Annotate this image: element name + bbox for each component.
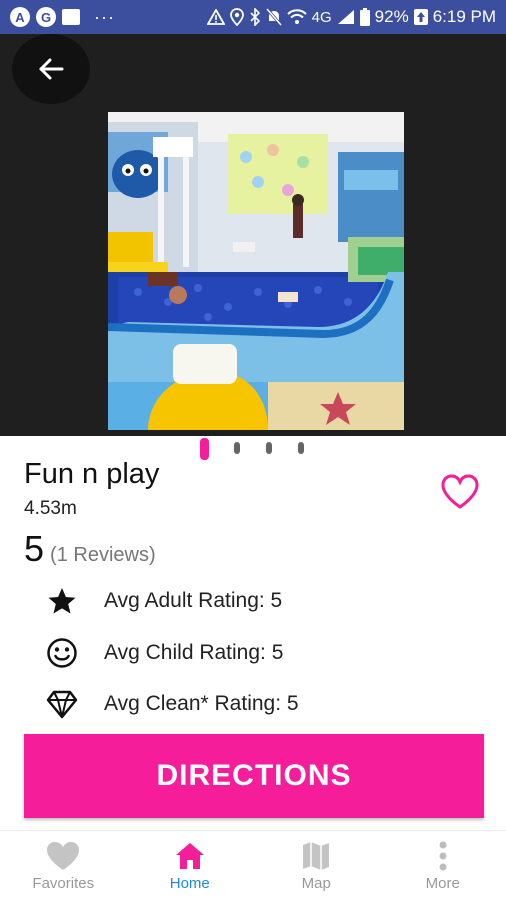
- adult-rating-label: Avg Adult Rating: 5: [104, 589, 282, 613]
- home-icon: [174, 841, 206, 871]
- smiley-icon: [44, 635, 80, 671]
- map-icon: [301, 841, 331, 871]
- nav-label-favorites: Favorites: [32, 875, 94, 892]
- status-bar: A G ··· 4G 92% 6:19 PM: [0, 0, 506, 34]
- nav-label-map: Map: [302, 875, 331, 892]
- nav-label-more: More: [426, 875, 460, 892]
- bottom-navigation: Favorites Home Map More: [0, 830, 506, 901]
- diamond-icon: [44, 686, 80, 722]
- warning-icon: [207, 9, 225, 25]
- rating-value: 5: [24, 528, 44, 570]
- clock: 6:19 PM: [433, 7, 496, 27]
- wifi-icon: [287, 9, 307, 25]
- nav-item-more[interactable]: More: [380, 831, 506, 901]
- heart-icon: [46, 841, 80, 871]
- favorite-heart-icon[interactable]: [440, 474, 480, 510]
- more-notifications-icon: ···: [94, 7, 115, 28]
- battery-icon: [360, 8, 370, 26]
- carousel-dot-active[interactable]: [200, 438, 209, 460]
- nav-item-map[interactable]: Map: [253, 831, 380, 901]
- clean-rating-label: Avg Clean* Rating: 5: [104, 692, 299, 716]
- carousel-dot[interactable]: [298, 442, 304, 454]
- adult-rating-row: Avg Adult Rating: 5: [44, 583, 282, 619]
- network-type-label: 4G: [312, 9, 332, 26]
- place-distance: 4.53m: [24, 498, 77, 520]
- overall-rating: 5 (1 Reviews): [24, 528, 156, 570]
- child-rating-label: Avg Child Rating: 5: [104, 641, 283, 665]
- carousel-dot[interactable]: [266, 442, 272, 454]
- directions-button[interactable]: DIRECTIONS: [24, 734, 484, 818]
- back-button[interactable]: [12, 34, 90, 104]
- place-name: Fun n play: [24, 458, 159, 491]
- nav-item-favorites[interactable]: Favorites: [0, 831, 127, 901]
- clean-rating-row: Avg Clean* Rating: 5: [44, 686, 299, 722]
- mute-icon: [266, 8, 282, 26]
- google-icon: G: [36, 7, 56, 27]
- nav-label-home: Home: [170, 875, 210, 892]
- child-rating-row: Avg Child Rating: 5: [44, 635, 283, 671]
- nav-item-home[interactable]: Home: [127, 831, 254, 901]
- bluetooth-icon: [249, 8, 261, 26]
- upload-status-icon: [414, 9, 428, 25]
- review-count[interactable]: (1 Reviews): [50, 544, 156, 567]
- gallery-icon: [62, 9, 80, 25]
- location-icon: [230, 8, 244, 26]
- app-notification-icon: A: [10, 7, 30, 27]
- star-icon: [44, 583, 80, 619]
- carousel-dot[interactable]: [234, 442, 240, 454]
- place-photo[interactable]: [108, 112, 404, 430]
- arrow-left-icon: [38, 58, 64, 80]
- battery-percent: 92%: [375, 7, 409, 27]
- signal-icon: [337, 9, 355, 25]
- more-vertical-icon: [438, 841, 448, 871]
